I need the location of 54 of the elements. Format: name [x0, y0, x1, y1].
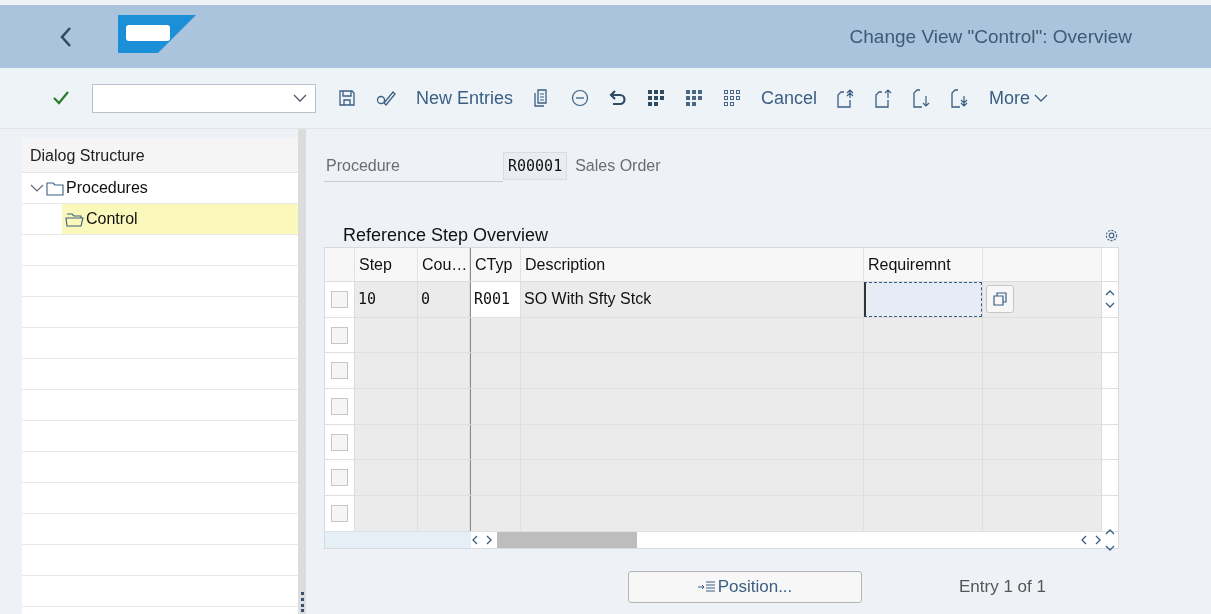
tree-item[interactable]: Procedures — [22, 173, 298, 203]
splitter-handle-icon[interactable] — [301, 592, 304, 612]
open-folder-icon — [64, 211, 84, 227]
procedure-field: R00001 — [503, 152, 568, 180]
row-checkbox[interactable] — [331, 362, 348, 380]
row-checkbox[interactable] — [331, 469, 348, 487]
glasses-pencil-icon[interactable] — [376, 89, 396, 107]
column-header[interactable]: Step — [359, 255, 392, 274]
settings-icon[interactable] — [1104, 227, 1119, 243]
tree-header: Dialog Structure — [22, 139, 298, 173]
procedure-description: Sales Order — [575, 157, 661, 175]
column-header[interactable]: Requiremnt — [868, 255, 951, 274]
cancel-button[interactable]: Cancel — [761, 87, 818, 109]
folder-icon — [46, 180, 64, 196]
row-checkbox[interactable] — [331, 504, 348, 522]
row-checkbox[interactable] — [331, 326, 348, 344]
page-up-icon[interactable] — [875, 88, 894, 108]
chevron-down-icon[interactable] — [1034, 94, 1049, 102]
scroll-arrows-icon[interactable] — [1105, 527, 1115, 552]
new-entries-button[interactable]: New Entries — [416, 87, 514, 109]
grid-icon[interactable] — [723, 89, 742, 107]
page-up-icon[interactable] — [837, 88, 856, 108]
column-header[interactable]: CTyp — [475, 255, 513, 274]
grid-icon[interactable] — [647, 89, 666, 107]
copy-icon[interactable] — [993, 292, 1007, 307]
tree-item[interactable]: Control — [62, 204, 298, 234]
save-icon[interactable] — [338, 89, 356, 107]
check-icon[interactable] — [52, 90, 70, 106]
row-checkbox[interactable] — [331, 397, 348, 415]
requirement-input[interactable] — [864, 282, 982, 317]
window-title: Change View "Control": Overview — [849, 25, 1132, 48]
minus-circle-icon[interactable] — [571, 89, 590, 107]
grid-icon[interactable] — [685, 89, 704, 107]
command-field[interactable] — [92, 83, 316, 113]
logo-icon — [118, 14, 196, 53]
value-help-button[interactable] — [986, 285, 1014, 314]
table-title: Reference Step Overview — [343, 224, 549, 246]
chevron-down-icon[interactable] — [293, 94, 307, 102]
more-menu-button[interactable]: More — [989, 87, 1049, 109]
scroll-arrows-icon[interactable] — [1080, 534, 1102, 545]
undo-icon[interactable] — [609, 89, 628, 107]
page-down-icon[interactable] — [951, 88, 970, 108]
row-checkbox[interactable] — [331, 433, 348, 451]
column-header[interactable]: Cou… — [422, 255, 468, 274]
table-cell: 0 — [421, 290, 431, 309]
table-cell: SO With Sfty Stck — [524, 290, 652, 309]
row-checkbox[interactable] — [331, 290, 348, 308]
page-down-icon[interactable] — [913, 88, 932, 108]
scroll-arrows-icon[interactable] — [471, 534, 493, 545]
entry-count: Entry 1 of 1 — [959, 576, 1046, 597]
table-cell: 10 — [358, 290, 377, 309]
position-button[interactable]: Position... — [628, 570, 862, 603]
column-header[interactable]: Description — [525, 255, 606, 274]
table-cell: R001 — [474, 290, 511, 309]
